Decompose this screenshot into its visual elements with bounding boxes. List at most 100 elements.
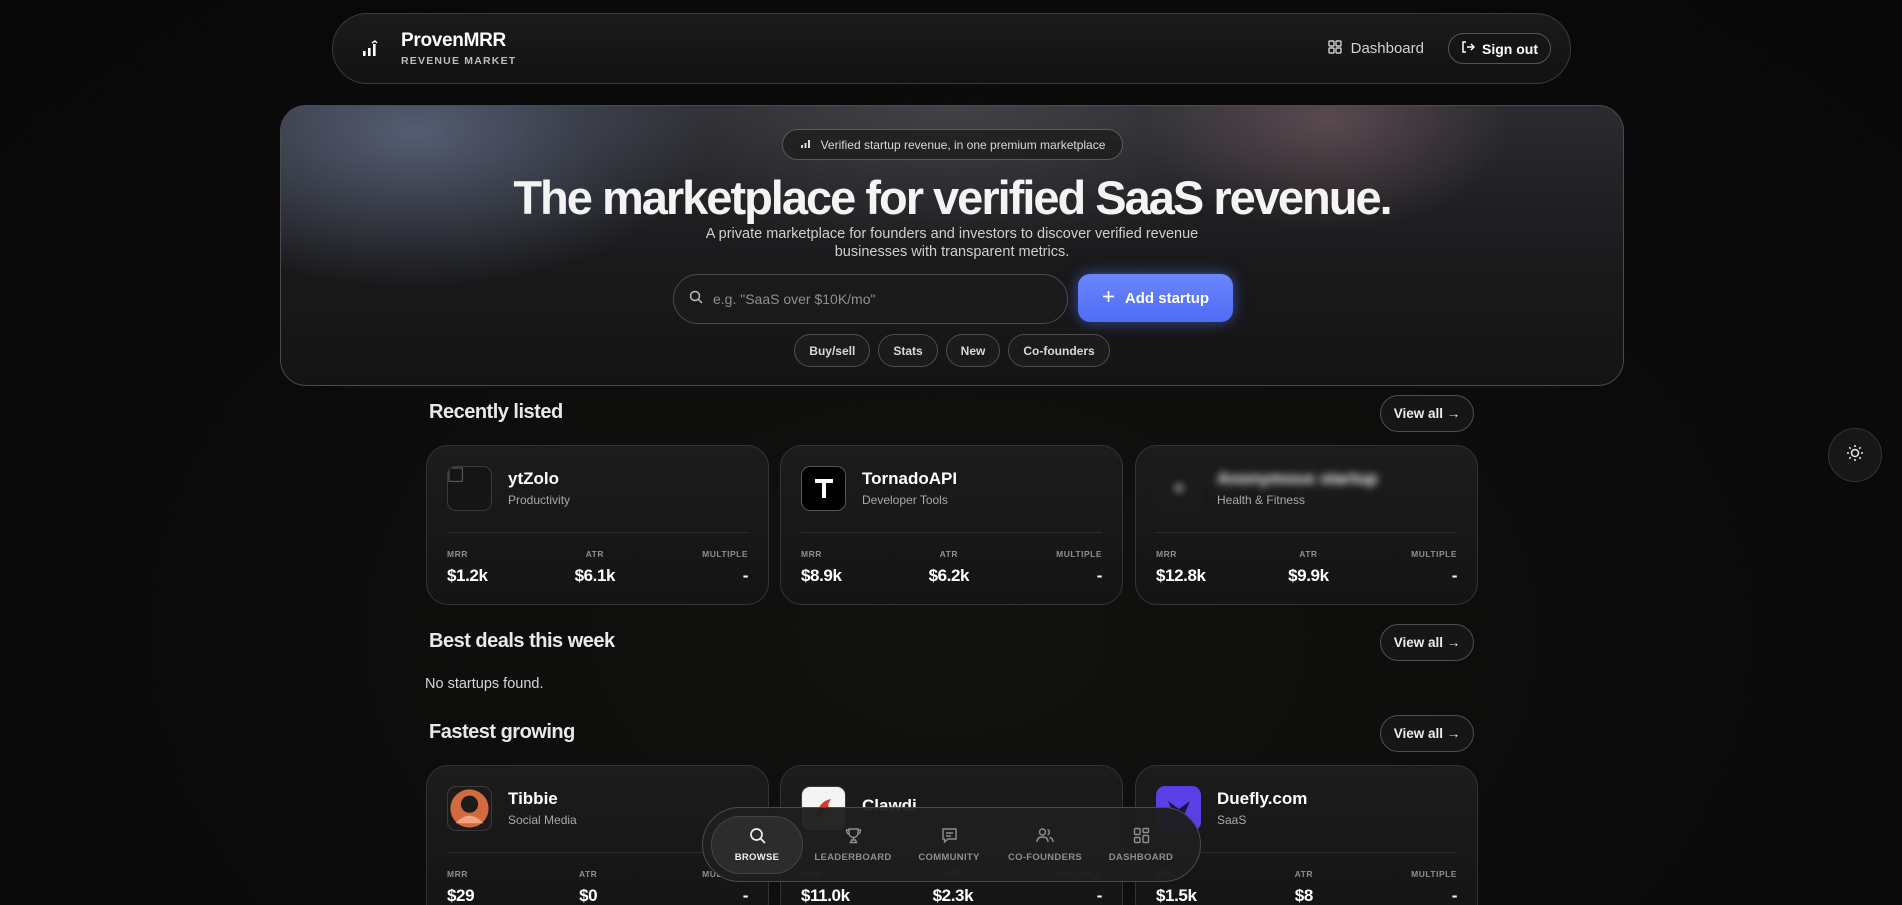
startup-category: Social Media	[508, 813, 577, 827]
bottom-dock: BROWSE LEADERBOARD COMMUNITY CO-FOUNDERS…	[702, 807, 1201, 882]
hero-subtitle-line2: businesses with transparent metrics.	[834, 244, 1070, 260]
atr-label: ATR	[1299, 549, 1318, 559]
chip-co-founders[interactable]: Co-founders	[1008, 334, 1110, 367]
empty-state: No startups found.	[425, 676, 544, 692]
section-title-deals: Best deals this week	[429, 630, 615, 652]
startup-logo	[447, 785, 492, 831]
multiple-value: -	[1451, 886, 1458, 905]
startup-card[interactable]: ytZolo Productivity MRR $1.2k ATR $6.1k MU…	[426, 445, 769, 605]
multiple-label: MULTIPLE	[1411, 869, 1457, 879]
startup-card[interactable]: Anonymous startup Health & Fitness MRR $1…	[1135, 445, 1478, 605]
add-startup-button[interactable]: Add startup	[1078, 274, 1233, 322]
multiple-label: MULTIPLE	[1411, 549, 1457, 559]
dock-co-founders-label: CO-FOUNDERS	[1007, 851, 1083, 863]
mrr-value: $1.5k	[1156, 886, 1197, 905]
sign-out-button[interactable]: Sign out	[1448, 33, 1551, 64]
dock-community[interactable]: COMMUNITY	[903, 816, 995, 874]
multiple-label: MULTIPLE	[1056, 549, 1102, 559]
multiple-value: -	[742, 886, 749, 905]
atr-label: ATR	[939, 549, 958, 559]
mrr-value: $29	[447, 886, 475, 905]
section-title-recent: Recently listed	[429, 401, 563, 423]
multiple-value: -	[1096, 886, 1103, 905]
logout-icon	[1461, 40, 1476, 57]
atr-value: $9.9k	[1288, 566, 1329, 585]
grid-icon	[1133, 827, 1150, 847]
dock-leaderboard-label: LEADERBOARD	[814, 851, 892, 863]
chip-stats[interactable]: Stats	[878, 334, 938, 367]
view-all-deals-button[interactable]: View all →	[1380, 624, 1474, 661]
startup-category: SaaS	[1217, 813, 1247, 827]
startup-logo	[447, 465, 492, 511]
startup-card[interactable]: TornadoAPI Developer Tools MRR $8.9k ATR $…	[780, 445, 1123, 605]
startup-name: Tibbie	[508, 789, 558, 808]
atr-value: $6.2k	[928, 566, 970, 585]
dock-browse-label: BROWSE	[734, 851, 780, 863]
mrr-label: MRR	[1156, 549, 1177, 559]
atr-value: $8	[1294, 886, 1314, 905]
multiple-value: -	[742, 566, 749, 585]
chip-buy-sell[interactable]: Buy/sell	[794, 334, 871, 367]
atr-value: $6.1k	[574, 566, 616, 585]
mrr-label: MRR	[447, 549, 468, 559]
view-all-growing-button[interactable]: View all →	[1380, 715, 1474, 752]
filter-chips: Buy/sell Stats New Co-founders	[281, 334, 1623, 367]
atr-value: $0	[579, 886, 598, 905]
plus-icon	[1102, 290, 1115, 307]
hero-subtitle: A private marketplace for founders and i…	[281, 225, 1623, 261]
sign-out-label: Sign out	[1482, 40, 1538, 57]
search-icon	[749, 827, 766, 847]
dock-leaderboard[interactable]: LEADERBOARD	[807, 816, 899, 874]
mrr-value: $1.2k	[447, 566, 488, 585]
startup-logo	[1156, 465, 1201, 511]
chip-new[interactable]: New	[945, 334, 1001, 367]
startup-category: Productivity	[508, 493, 571, 507]
startup-name: ytZolo	[508, 469, 559, 488]
bar-chart-icon	[800, 138, 811, 152]
startup-category: Developer Tools	[862, 493, 948, 507]
startup-name: Anonymous startup	[1217, 469, 1378, 488]
grid-icon	[1327, 39, 1342, 58]
brand-name: ProvenMRR	[401, 30, 506, 51]
section-title-growing: Fastest growing	[429, 721, 575, 743]
atr-label: ATR	[585, 549, 604, 559]
mrr-label: MRR	[801, 549, 822, 559]
mrr-value: $11.0k	[801, 886, 850, 905]
top-nav: ProvenMRR REVENUE MARKET Dashboard Sign …	[332, 13, 1571, 84]
atr-label: ATR	[1294, 869, 1313, 879]
hero-subtitle-line1: A private marketplace for founders and i…	[705, 226, 1199, 242]
startup-name: TornadoAPI	[862, 469, 958, 488]
message-icon	[941, 827, 958, 847]
sun-icon	[1846, 444, 1864, 467]
dock-co-founders[interactable]: CO-FOUNDERS	[999, 816, 1091, 874]
dock-dashboard-label: DASHBOARD	[1108, 851, 1174, 863]
mrr-value: $12.8k	[1156, 566, 1206, 585]
atr-value: $2.3k	[932, 886, 974, 905]
startup-logo	[801, 465, 846, 511]
multiple-label: MULTIPLE	[702, 549, 748, 559]
mrr-label: MRR	[447, 869, 468, 879]
brand-subtitle: REVENUE MARKET	[401, 55, 517, 67]
mrr-value: $8.9k	[801, 566, 842, 585]
hero-pill: Verified startup revenue, in one premium…	[782, 129, 1123, 160]
hero-pill-text: Verified startup revenue, in one premium…	[820, 137, 1106, 152]
brand[interactable]: ProvenMRR REVENUE MARKET	[359, 30, 516, 67]
search-input[interactable]	[713, 291, 1043, 307]
dock-browse[interactable]: BROWSE	[711, 815, 803, 874]
dashboard-label: Dashboard	[1350, 40, 1424, 57]
trophy-icon	[845, 827, 862, 847]
startup-category: Health & Fitness	[1217, 493, 1306, 507]
view-all-recent-button[interactable]: View all →	[1380, 395, 1474, 432]
atr-label: ATR	[578, 869, 598, 879]
search-box	[673, 274, 1068, 324]
startup-name: Duefly.com	[1217, 789, 1308, 808]
users-icon	[1036, 827, 1054, 847]
add-startup-label: Add startup	[1124, 289, 1210, 307]
hero-title: The marketplace for verified SaaS revenu…	[513, 171, 1392, 224]
dock-community-label: COMMUNITY	[918, 851, 980, 863]
dock-dashboard[interactable]: DASHBOARD	[1095, 816, 1187, 874]
theme-toggle-button[interactable]	[1828, 428, 1882, 482]
hero-panel: Verified startup revenue, in one premium…	[280, 105, 1624, 386]
multiple-value: -	[1451, 566, 1458, 585]
dashboard-link[interactable]: Dashboard	[1327, 39, 1424, 58]
